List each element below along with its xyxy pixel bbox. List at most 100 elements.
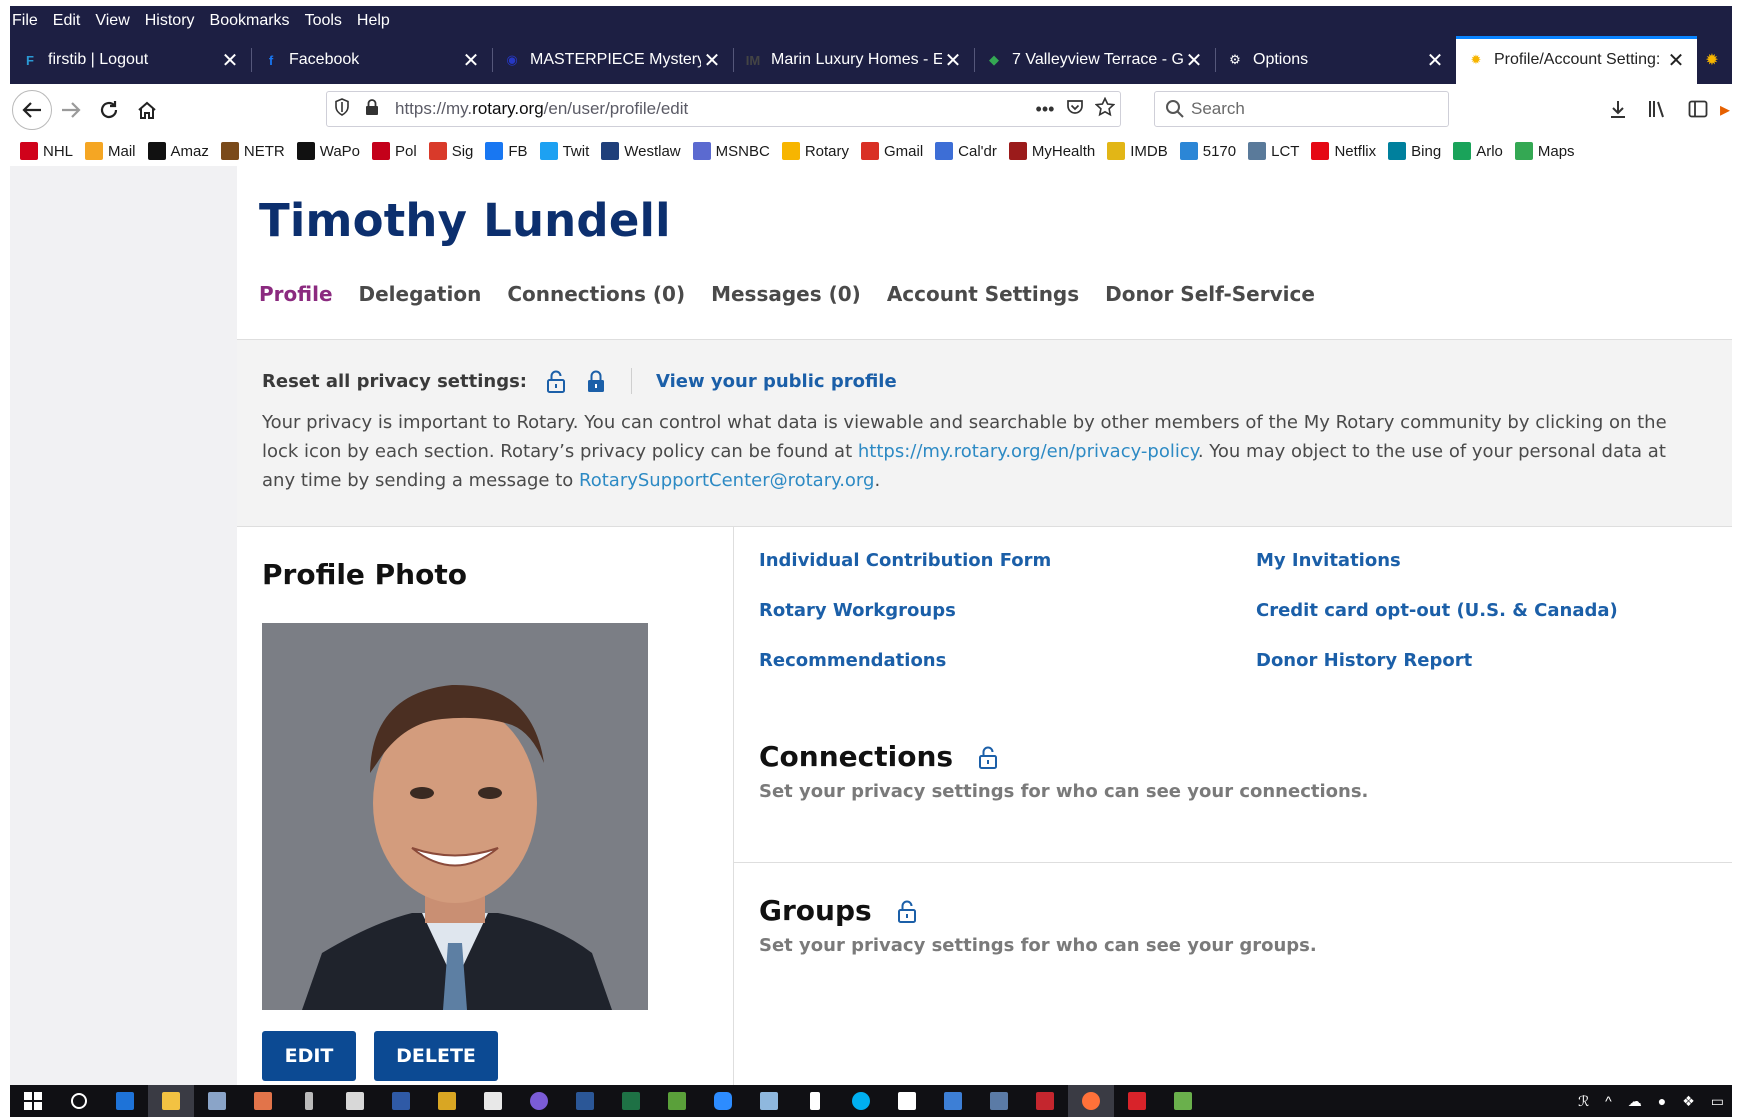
menu-tools[interactable]: Tools — [305, 12, 342, 30]
notification-icon[interactable]: ▭ — [1711, 1093, 1724, 1110]
bookmark-item[interactable]: Sig — [428, 142, 473, 160]
tab-account-settings[interactable]: Account Settings — [887, 282, 1079, 306]
bookmark-item[interactable]: Westlaw — [601, 142, 681, 160]
zoom-icon[interactable] — [700, 1085, 746, 1117]
download-icon[interactable] — [1598, 91, 1638, 127]
microphone-icon[interactable] — [286, 1085, 332, 1117]
bookmark-item[interactable]: LCT — [1248, 142, 1299, 160]
address-bar[interactable]: https://my.rotary.org/en/user/profile/ed… — [326, 91, 1121, 127]
app-icon[interactable] — [792, 1085, 838, 1117]
reload-button[interactable] — [90, 91, 128, 129]
close-tab-icon[interactable]: ✕ — [460, 48, 482, 73]
rotary-icon[interactable]: ✹ — [1697, 36, 1727, 84]
pocket-icon[interactable] — [1060, 98, 1090, 121]
mail-icon[interactable] — [470, 1085, 516, 1117]
bookmark-item[interactable]: NHL — [20, 142, 73, 160]
credit-card-opt-out-link[interactable]: Credit card opt-out (U.S. & Canada) — [1256, 600, 1618, 621]
tab-delegation[interactable]: Delegation — [359, 282, 482, 306]
maps-icon[interactable] — [516, 1085, 562, 1117]
home-button[interactable] — [128, 91, 166, 129]
app-icon[interactable] — [424, 1085, 470, 1117]
menu-view[interactable]: View — [95, 12, 129, 30]
library-icon[interactable] — [1638, 91, 1678, 127]
browser-tab[interactable]: ◉ MASTERPIECE Mystery: \ ✕ — [492, 36, 733, 84]
extension-icon[interactable]: ▸ — [1718, 91, 1732, 127]
people-icon[interactable]: ℛ — [1578, 1093, 1589, 1110]
app-icon[interactable] — [1160, 1085, 1206, 1117]
edit-photo-button[interactable]: EDIT — [262, 1031, 356, 1081]
menu-bookmarks[interactable]: Bookmarks — [210, 12, 290, 30]
delete-photo-button[interactable]: DELETE — [374, 1031, 498, 1081]
bookmark-item[interactable]: Netflix — [1311, 142, 1376, 160]
shield-icon[interactable] — [327, 97, 357, 121]
bookmark-item[interactable]: NETR — [220, 142, 285, 160]
firefox-icon[interactable] — [1068, 1085, 1114, 1117]
tab-donor-self-service[interactable]: Donor Self-Service — [1105, 282, 1315, 306]
dropbox-icon[interactable]: ❖ — [1682, 1093, 1695, 1110]
menu-history[interactable]: History — [145, 12, 195, 30]
close-tab-icon[interactable]: ✕ — [1183, 48, 1205, 73]
app-icon[interactable] — [976, 1085, 1022, 1117]
bookmark-item[interactable]: Bing — [1388, 142, 1441, 160]
bookmark-item[interactable]: Rotary — [781, 142, 849, 160]
close-tab-icon[interactable]: ✕ — [701, 48, 723, 73]
individual-contribution-form-link[interactable]: Individual Contribution Form — [759, 550, 1051, 571]
close-tab-icon[interactable]: ✕ — [219, 48, 241, 73]
connections-lock-icon[interactable] — [977, 744, 999, 770]
close-tab-icon[interactable]: ✕ — [1665, 48, 1687, 73]
app-icon[interactable] — [654, 1085, 700, 1117]
browser-tab[interactable]: f Facebook ✕ — [251, 36, 492, 84]
app-icon[interactable] — [240, 1085, 286, 1117]
sidebar-icon[interactable] — [1678, 91, 1718, 127]
menu-file[interactable]: File — [12, 12, 38, 30]
rotary-workgroups-link[interactable]: Rotary Workgroups — [759, 600, 956, 621]
excel-icon[interactable] — [608, 1085, 654, 1117]
close-tab-icon[interactable]: ✕ — [1424, 48, 1446, 73]
browser-tab[interactable]: ◆ 7 Valleyview Terrace - G ✕ — [974, 36, 1215, 84]
browser-tab[interactable]: ⚙ Options ✕ — [1215, 36, 1456, 84]
bookmark-item[interactable]: FB — [485, 142, 528, 160]
view-public-profile-link[interactable]: View your public profile — [656, 371, 897, 392]
app-icon[interactable] — [1022, 1085, 1068, 1117]
tab-messages[interactable]: Messages (0) — [711, 282, 861, 306]
search-bar[interactable]: Search — [1154, 91, 1449, 127]
app-icon[interactable] — [746, 1085, 792, 1117]
bookmark-item[interactable]: MSNBC — [692, 142, 770, 160]
forward-button[interactable] — [52, 91, 90, 129]
bookmark-item[interactable]: Twit — [539, 142, 589, 160]
my-invitations-link[interactable]: My Invitations — [1256, 550, 1401, 571]
app-icon[interactable] — [378, 1085, 424, 1117]
calculator-icon[interactable] — [332, 1085, 378, 1117]
app-tray-icon[interactable]: ● — [1658, 1093, 1666, 1109]
recommendations-link[interactable]: Recommendations — [759, 650, 946, 671]
skype-icon[interactable] — [838, 1085, 884, 1117]
browser-tab[interactable]: Ffirstib | Logout ✕ — [10, 36, 251, 84]
bookmark-item[interactable]: Maps — [1514, 142, 1575, 160]
word-icon[interactable] — [562, 1085, 608, 1117]
bookmark-item[interactable]: Mail — [85, 142, 136, 160]
bookmark-item[interactable]: Pol — [372, 142, 417, 160]
lock-all-icon[interactable] — [585, 369, 607, 393]
menu-help[interactable]: Help — [357, 12, 390, 30]
privacy-policy-link[interactable]: https://my.rotary.org/en/privacy-policy — [858, 441, 1198, 462]
star-bookmark-icon[interactable] — [1090, 96, 1120, 122]
support-email-link[interactable]: RotarySupportCenter@rotary.org — [579, 470, 874, 491]
tab-connections[interactable]: Connections (0) — [507, 282, 685, 306]
browser-tab[interactable]: IM Marin Luxury Homes - E ✕ — [733, 36, 974, 84]
bookmark-item[interactable]: Amaz — [147, 142, 209, 160]
more-actions-icon[interactable]: ••• — [1030, 99, 1060, 120]
bookmark-item[interactable]: Arlo — [1453, 142, 1503, 160]
windows-start-icon[interactable] — [10, 1085, 56, 1117]
cortana-search-icon[interactable] — [56, 1085, 102, 1117]
bookmark-item[interactable]: WaPo — [296, 142, 360, 160]
calendar-icon[interactable] — [884, 1085, 930, 1117]
onedrive-icon[interactable]: ☁ — [1628, 1093, 1642, 1110]
acrobat-icon[interactable] — [1114, 1085, 1160, 1117]
file-explorer-icon[interactable] — [148, 1085, 194, 1117]
bookmark-item[interactable]: MyHealth — [1008, 142, 1095, 160]
unlock-icon[interactable] — [545, 369, 567, 393]
lock-icon[interactable] — [357, 98, 387, 121]
bookmark-item[interactable]: IMDB — [1107, 142, 1168, 160]
chevron-up-icon[interactable]: ^ — [1605, 1093, 1612, 1109]
close-tab-icon[interactable]: ✕ — [942, 48, 964, 73]
